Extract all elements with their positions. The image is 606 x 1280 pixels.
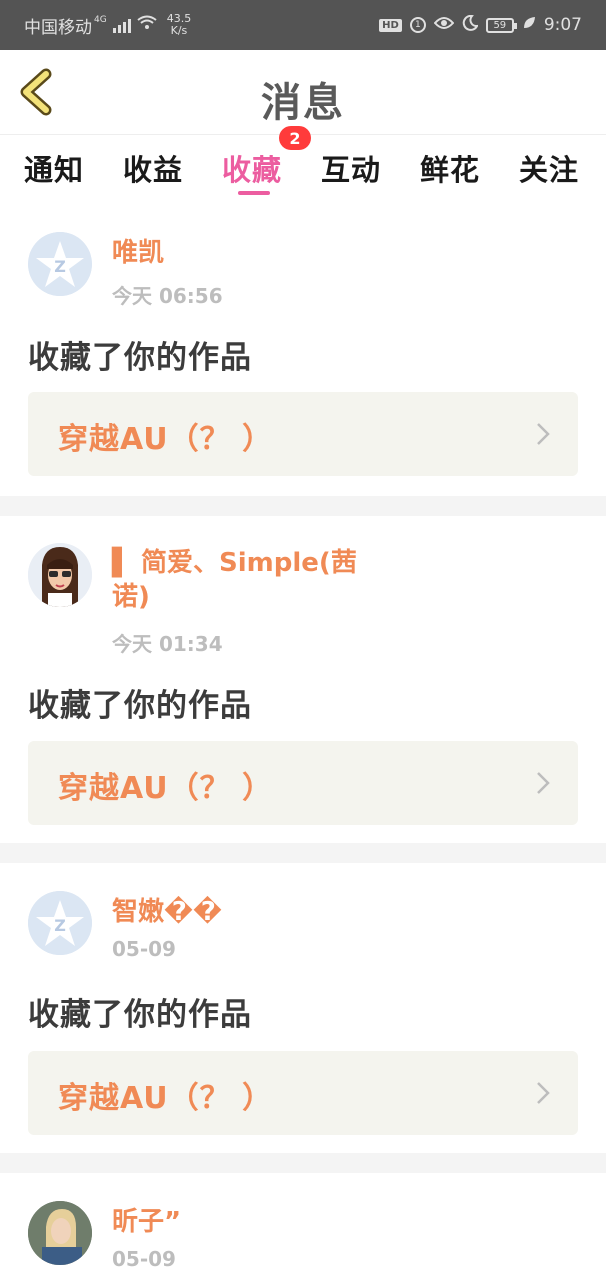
divider — [0, 843, 606, 863]
username[interactable]: 昕子” — [112, 1205, 392, 1239]
network-type: 4G — [94, 15, 107, 25]
status-bar: 中国移动 4G 43.5 K/s HD 1 59 9:07 — [0, 0, 606, 50]
clock-time: 9:07 — [543, 15, 582, 35]
page-title: 消息 — [261, 80, 345, 126]
message-item: Z 智嫩�� 05-09 收藏了你的作品 穿越AU（？ ） — [0, 863, 606, 1153]
action-text: 收藏了你的作品 — [28, 340, 252, 376]
wifi-icon — [137, 15, 157, 36]
message-item: ▌ 简爱、Simple(茜诺) 今天 01:34 收藏了你的作品 穿越AU（？ … — [0, 516, 606, 843]
username[interactable]: 唯凯 — [112, 236, 392, 270]
tab-flowers[interactable]: 鲜花 — [420, 147, 480, 189]
hd-icon: HD — [379, 18, 402, 32]
message-item: Z 唯凯 今天 06:56 收藏了你的作品 穿越AU（？ ） — [0, 198, 606, 496]
avatar[interactable]: Z — [28, 232, 92, 296]
avatar[interactable]: Z — [28, 891, 92, 955]
username[interactable]: ▌ 简爱、Simple(茜诺) — [112, 546, 392, 614]
timestamp: 05-09 — [112, 1247, 176, 1271]
signal-icon — [112, 17, 131, 33]
data-saver-icon: 1 — [409, 17, 426, 33]
tab-interactions[interactable]: 互动 — [321, 147, 381, 189]
work-link[interactable]: 穿越AU（？ ） — [28, 392, 578, 476]
chevron-right-icon — [537, 772, 550, 794]
tab-follows[interactable]: 关注 — [519, 147, 579, 189]
action-text: 收藏了你的作品 — [28, 688, 252, 724]
chevron-right-icon — [537, 1082, 550, 1104]
moon-icon — [462, 14, 479, 36]
header: 消息 — [0, 50, 606, 135]
tab-earnings[interactable]: 收益 — [123, 147, 183, 189]
chevron-right-icon — [537, 423, 550, 445]
tab-favorites[interactable]: 收藏 — [222, 147, 282, 189]
timestamp: 今天 06:56 — [112, 284, 223, 308]
timestamp: 05-09 — [112, 937, 176, 961]
active-tab-indicator — [238, 191, 270, 195]
tab-notifications[interactable]: 通知 — [24, 147, 84, 189]
work-link[interactable]: 穿越AU（？ ） — [28, 1051, 578, 1135]
username[interactable]: 智嫩�� — [112, 895, 392, 929]
divider — [0, 496, 606, 516]
avatar[interactable] — [28, 1201, 92, 1265]
leaf-icon — [522, 15, 536, 35]
avatar[interactable] — [28, 543, 92, 607]
network-speed: 43.5 K/s — [166, 12, 192, 37]
work-title: 穿越AU（？ ） — [58, 1081, 274, 1116]
svg-text:Z: Z — [54, 916, 66, 935]
work-title: 穿越AU（？ ） — [58, 422, 274, 457]
svg-text:Z: Z — [54, 257, 66, 276]
message-item: 昕子” 05-09 — [0, 1173, 606, 1280]
eye-icon — [433, 15, 455, 35]
work-title: 穿越AU（？ ） — [58, 771, 274, 806]
divider — [0, 1153, 606, 1173]
action-text: 收藏了你的作品 — [28, 997, 252, 1033]
battery-icon: 59 — [485, 17, 517, 33]
work-link[interactable]: 穿越AU（？ ） — [28, 741, 578, 825]
carrier-label: 中国移动 — [24, 17, 92, 38]
timestamp: 今天 01:34 — [112, 632, 223, 656]
unread-badge: 2 — [279, 126, 311, 150]
